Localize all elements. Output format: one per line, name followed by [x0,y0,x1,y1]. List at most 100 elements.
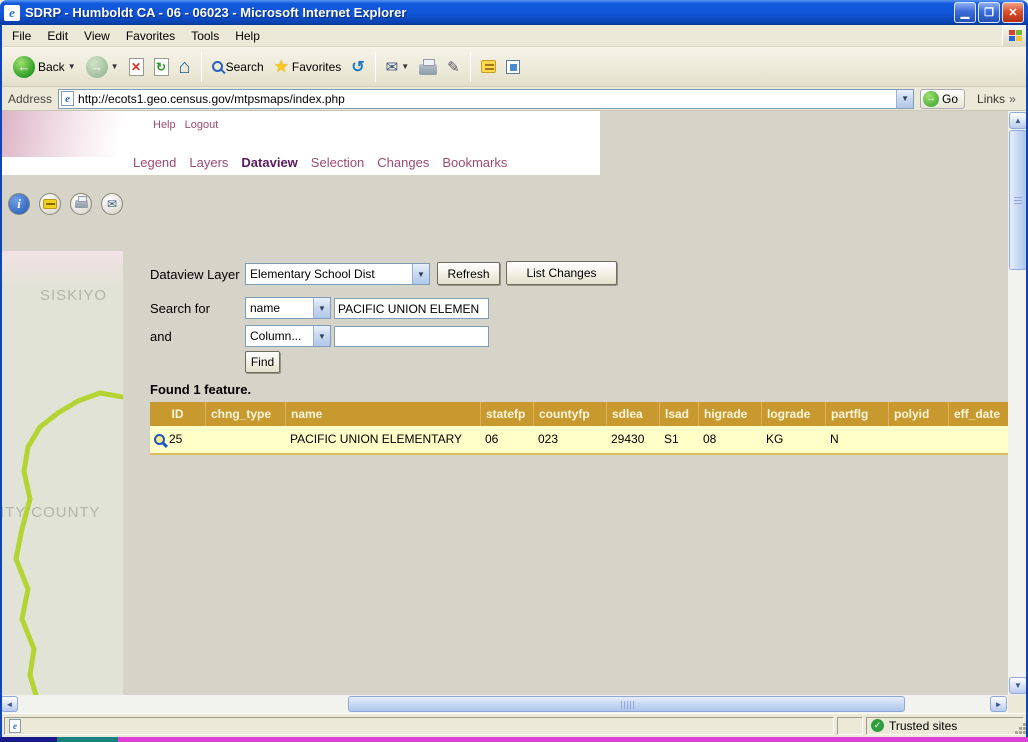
col-header-partflg[interactable]: partflg [825,402,888,426]
desktop-strip-navy [0,737,57,742]
nav-legend[interactable]: Legend [133,155,176,170]
search-text-input[interactable] [334,298,489,319]
security-zone-panel: ✓ Trusted sites [866,717,1024,735]
ie-logo-icon: e [4,5,20,21]
chevron-down-icon[interactable]: ▼ [313,298,330,318]
menu-tools[interactable]: Tools [183,27,227,45]
logout-link[interactable]: Logout [185,119,219,131]
list-changes-button[interactable]: List Changes [506,261,617,285]
col-header-id[interactable]: ID [150,402,205,426]
address-input[interactable]: e http://ecots1.geo.census.gov/mtpsmaps/… [58,89,914,109]
back-dropdown-icon[interactable]: ▼ [68,62,76,71]
nav-changes[interactable]: Changes [377,155,429,170]
cell-name: PACIFIC UNION ELEMENTARY [285,426,480,453]
col-header-lograde[interactable]: lograde [761,402,825,426]
address-bar: Address e http://ecots1.geo.census.gov/m… [0,87,1028,111]
horizontal-scroll-thumb[interactable] [348,696,905,712]
status-bar: e ✓ Trusted sites [0,713,1028,737]
col-header-sdlea[interactable]: sdlea [606,402,659,426]
scroll-right-icon[interactable]: ► [990,696,1007,712]
close-button[interactable]: ✕ [1002,2,1024,23]
print-button[interactable] [414,56,442,78]
discuss-button[interactable] [476,57,501,76]
status-mini-panel [837,717,863,735]
nav-layers[interactable]: Layers [189,155,228,170]
go-button[interactable]: → Go [920,89,965,109]
search-for-label: Search for [150,301,210,316]
scroll-up-icon[interactable]: ▲ [1009,112,1027,129]
col-header-name[interactable]: name [285,402,480,426]
nav-dataview[interactable]: Dataview [241,155,297,170]
col-header-countyfp[interactable]: countyfp [533,402,606,426]
messenger-button[interactable] [501,57,525,77]
ie-window: e SDRP - Humboldt CA - 06 - 06023 - Micr… [0,0,1028,742]
back-button[interactable]: ← Back ▼ [8,53,81,81]
home-button[interactable]: ⌂ [174,55,196,79]
vertical-scroll-thumb[interactable] [1009,130,1027,270]
col-header-chng-type[interactable]: chng_type [205,402,285,426]
col-header-lsad[interactable]: lsad [659,402,698,426]
discuss-icon [481,60,496,73]
col-header-higrade[interactable]: higrade [698,402,761,426]
address-url: http://ecots1.geo.census.gov/mtpsmaps/in… [74,92,896,106]
result-count-text: Found 1 feature. [150,382,251,397]
cell-partflg: N [825,426,888,453]
stop-button[interactable]: ✕ [124,55,149,79]
printer-icon [75,200,88,208]
find-button[interactable]: Find [245,351,280,373]
maximize-button[interactable]: ❐ [978,2,1000,23]
menu-help[interactable]: Help [227,27,268,45]
refresh-layer-button[interactable]: Refresh [437,262,500,285]
menu-file[interactable]: File [4,27,39,45]
mail-dropdown-icon[interactable]: ▼ [401,62,409,71]
col-header-eff-date[interactable]: eff_date [948,402,1008,426]
links-menu[interactable]: Links » [977,92,1016,106]
window-title: SDRP - Humboldt CA - 06 - 06023 - Micros… [25,5,952,20]
search-column-select[interactable]: name ▼ [245,297,331,319]
scroll-left-icon[interactable]: ◄ [1,696,18,712]
col-header-statefp[interactable]: statefp [480,402,533,426]
links-chevron-icon: » [1009,92,1016,106]
favorites-button[interactable]: ★ Favorites [269,54,347,80]
map-panel[interactable]: SISKIYO ITY COUNTY [0,251,123,695]
edit-button[interactable]: ✎ [442,55,465,79]
help-link[interactable]: Help [153,119,176,131]
nav-bookmarks[interactable]: Bookmarks [442,155,507,170]
print-map-button[interactable] [70,193,92,215]
page-icon: e [61,91,74,106]
address-label: Address [8,92,52,106]
cell-chng-type [205,426,285,453]
mail-button[interactable]: ✉ ▼ [381,55,415,79]
wms-button[interactable] [39,193,61,215]
forward-button[interactable]: → ▼ [81,53,124,81]
resize-grip[interactable] [1014,722,1026,734]
vertical-scrollbar[interactable]: ▲ ▼ [1008,111,1028,695]
mail-icon: ✉ [386,58,399,76]
ie-toolbar: ← Back ▼ → ▼ ✕ ↻ ⌂ Search ★ Favorites ↺ [0,47,1028,87]
scroll-down-icon[interactable]: ▼ [1009,677,1027,694]
refresh-button[interactable]: ↻ [149,55,174,79]
menu-view[interactable]: View [76,27,118,45]
forward-dropdown-icon[interactable]: ▼ [111,62,119,71]
zoom-to-feature-icon[interactable] [154,434,165,445]
info-button[interactable]: i [8,193,30,215]
email-map-button[interactable]: ✉ [101,193,123,215]
dataview-layer-select[interactable]: Elementary School Dist ▼ [245,263,430,285]
menu-favorites[interactable]: Favorites [118,27,183,45]
map-tool-buttons: i ✉ [8,193,123,215]
chevron-down-icon[interactable]: ▼ [313,326,330,346]
menu-edit[interactable]: Edit [39,27,76,45]
nav-selection[interactable]: Selection [311,155,364,170]
and-text-input[interactable] [334,326,489,347]
col-header-polyid[interactable]: polyid [888,402,948,426]
and-column-select[interactable]: Column... ▼ [245,325,331,347]
desktop-strip-teal [57,737,118,742]
address-dropdown-icon[interactable]: ▼ [896,90,913,108]
minimize-button[interactable]: ▁ [954,2,976,23]
history-button[interactable]: ↺ [346,54,369,80]
horizontal-scrollbar[interactable]: ◄ ► [0,695,1008,713]
toolbar-separator [470,52,471,82]
chevron-down-icon[interactable]: ▼ [412,264,429,284]
title-bar[interactable]: e SDRP - Humboldt CA - 06 - 06023 - Micr… [0,0,1028,25]
search-toolbar-button[interactable]: Search [207,57,269,77]
